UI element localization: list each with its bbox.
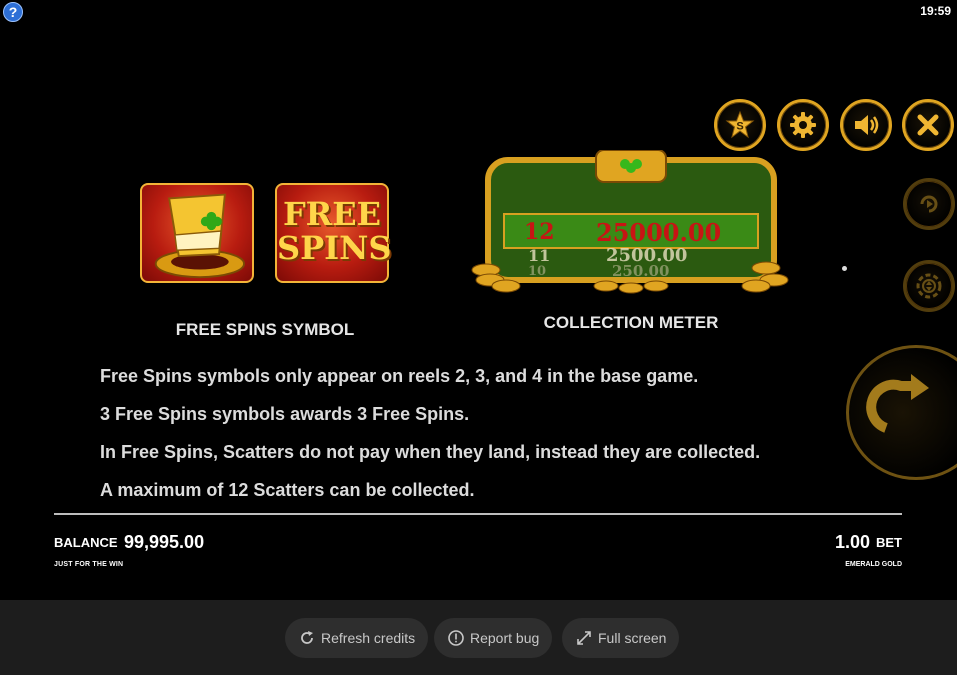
refresh-credits-label: Refresh credits: [321, 630, 416, 646]
help-button[interactable]: ?: [3, 2, 23, 22]
meter-count: 12: [524, 219, 555, 245]
bet-chip-icon: [916, 273, 942, 299]
info-line-3: In Free Spins, Scatters do not pay when …: [100, 442, 761, 462]
expand-icon: [575, 629, 593, 647]
bet-button[interactable]: [903, 260, 955, 312]
free-text: FREE: [282, 195, 382, 233]
collection-meter-label: COLLECTION METER: [543, 313, 719, 332]
meter-row-top: 12 25000.00: [506, 217, 756, 247]
hat-symbol: [140, 183, 254, 283]
clock: 19:59: [920, 4, 951, 18]
studio-label: JUST FOR THE WIN: [54, 561, 124, 568]
info-line-2: 3 Free Spins symbols awards 3 Free Spins…: [100, 404, 470, 424]
meter-count: 10: [528, 263, 547, 279]
balance-label: BALANCE: [54, 535, 118, 550]
meter-count: 11: [528, 245, 551, 265]
bet-value[interactable]: 1.00: [835, 532, 870, 553]
leprechaun-hat-icon: [154, 193, 245, 279]
spin-button[interactable]: [846, 345, 957, 480]
report-bug-button[interactable]: Report bug: [434, 618, 553, 658]
sound-button[interactable]: [840, 99, 892, 151]
refresh-credits-button[interactable]: Refresh credits: [285, 618, 429, 658]
star-s-icon: S: [725, 110, 755, 139]
paytable-button[interactable]: S: [714, 99, 766, 151]
report-bug-label: Report bug: [470, 630, 540, 646]
question-icon: ?: [8, 4, 18, 20]
close-button[interactable]: [902, 99, 954, 151]
divider: [54, 513, 902, 515]
svg-text:S: S: [736, 121, 743, 133]
meter-value: 25000.00: [596, 217, 722, 247]
free-spins-symbol-label: FREE SPINS SYMBOL: [175, 320, 355, 339]
bottom-bar: Refresh credits Report bug Full screen: [0, 600, 957, 675]
close-icon: [917, 114, 939, 136]
free-spins-symbol: FREE SPINS: [275, 183, 392, 283]
full-screen-label: Full screen: [598, 630, 667, 646]
collection-meter: 12 25000.00 11 2500.00 10 250.00: [466, 150, 796, 300]
info-line-4: A maximum of 12 Scatters can be collecte…: [100, 480, 475, 500]
gear-icon: [790, 112, 816, 138]
indicator-dot: [842, 266, 847, 271]
balance-value: 99,995.00: [124, 532, 205, 552]
game-name: EMERALD GOLD: [845, 561, 902, 568]
full-screen-button[interactable]: Full screen: [562, 618, 680, 658]
spins-text: SPINS: [277, 229, 392, 267]
speaker-icon: [855, 115, 879, 135]
refresh-icon: [298, 629, 316, 647]
autoplay-button[interactable]: [903, 178, 955, 230]
info-line-1: Free Spins symbols only appear on reels …: [100, 366, 699, 386]
meter-row-3: 10 250.00: [506, 262, 756, 280]
bet-label: BET: [876, 535, 902, 550]
autoplay-icon: [920, 195, 938, 213]
settings-button[interactable]: [777, 99, 829, 151]
alert-icon: [447, 629, 465, 647]
spin-icon: [866, 374, 929, 433]
meter-value: 250.00: [612, 262, 670, 280]
